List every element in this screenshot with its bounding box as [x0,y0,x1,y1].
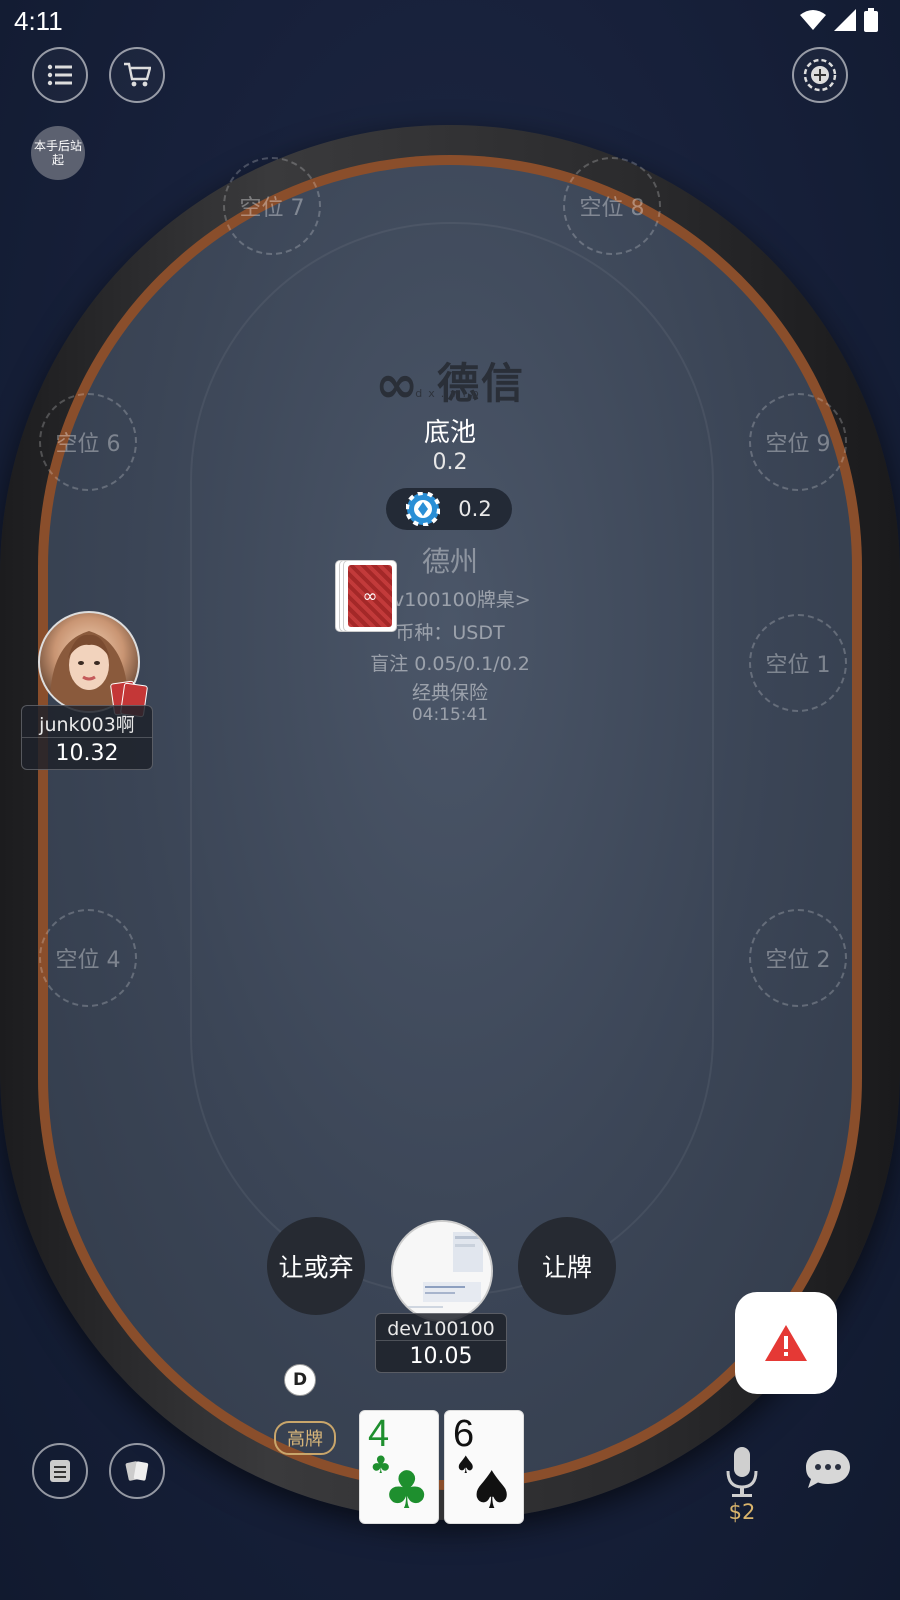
table-name-link[interactable]: dev100100牌桌> [0,585,900,612]
voice-price: $2 [728,1500,756,1524]
dealer-button: D [284,1364,316,1396]
player-chip-count: 10.32 [22,737,152,769]
empty-seat-2[interactable]: 空位 2 [749,909,847,1007]
club-suit-icon: ♣ [383,1461,430,1521]
player-nameplate-junk003: junk003啊 10.32 [21,705,153,770]
list-icon [47,64,72,86]
infinity-logo-icon: ∞ [375,355,421,415]
hand-rank-badge: 高牌 [274,1421,336,1455]
game-type: 德州 [421,545,478,578]
check-button[interactable]: 让牌 [518,1217,616,1315]
add-chips-button[interactable] [792,47,848,103]
cart-icon [124,62,151,87]
wifi-icon [800,10,826,30]
brand-logo-text: 德信 [436,359,525,408]
empty-seat-7[interactable]: 空位 7 [223,157,321,255]
deck-logo-icon: ∞ [348,565,392,627]
pot-value: 0.2 [432,450,468,475]
pot-chip-amount: 0.2 [458,497,492,521]
screenshot-thumbnail-icon [393,1222,491,1320]
chat-button[interactable] [804,1448,852,1494]
card-rank: 4 [368,1413,390,1455]
chip-plus-icon [803,58,837,92]
self-chip-count: 10.05 [376,1340,506,1372]
chat-bubble-icon [806,1450,850,1488]
cards-icon [125,1461,149,1481]
voice-button[interactable] [724,1447,760,1503]
brand-logo-subtitle: dx.vip [415,387,485,400]
hand-history-button[interactable] [32,1443,88,1499]
player-name: junk003啊 [39,714,135,736]
check-or-fold-button[interactable]: 让或弃 [267,1217,365,1315]
pot-label: 底池 [423,418,476,448]
self-nameplate: dev100100 10.05 [375,1313,507,1373]
warning-icon [765,1325,807,1361]
microphone-icon [726,1447,758,1497]
shop-button[interactable] [109,47,165,103]
empty-seat-4[interactable]: 空位 4 [39,909,137,1007]
battery-icon [864,8,878,32]
hole-card-2[interactable]: 6 ♠ ♠ [444,1410,524,1524]
document-icon [50,1460,70,1482]
empty-seat-8[interactable]: 空位 8 [563,157,661,255]
poker-chip-icon [406,492,441,526]
stand-up-after-hand-button[interactable]: 本手后站起 [31,126,85,180]
card-peek-button[interactable] [109,1443,165,1499]
brand-logo: ∞ 德信 [0,350,900,415]
hole-card-1[interactable]: 4 ♣ ♣ [359,1410,439,1524]
card-rank: 6 [453,1413,475,1455]
self-name: dev100100 [387,1318,495,1340]
pot-chip-display: 0.2 [386,488,512,530]
spade-suit-icon: ♠ [468,1461,515,1521]
status-time: 4:11 [14,6,63,36]
self-avatar[interactable] [391,1220,493,1322]
status-icons [800,8,878,32]
report-button[interactable] [735,1292,837,1394]
signal-icon [834,9,856,31]
menu-button[interactable] [32,47,88,103]
